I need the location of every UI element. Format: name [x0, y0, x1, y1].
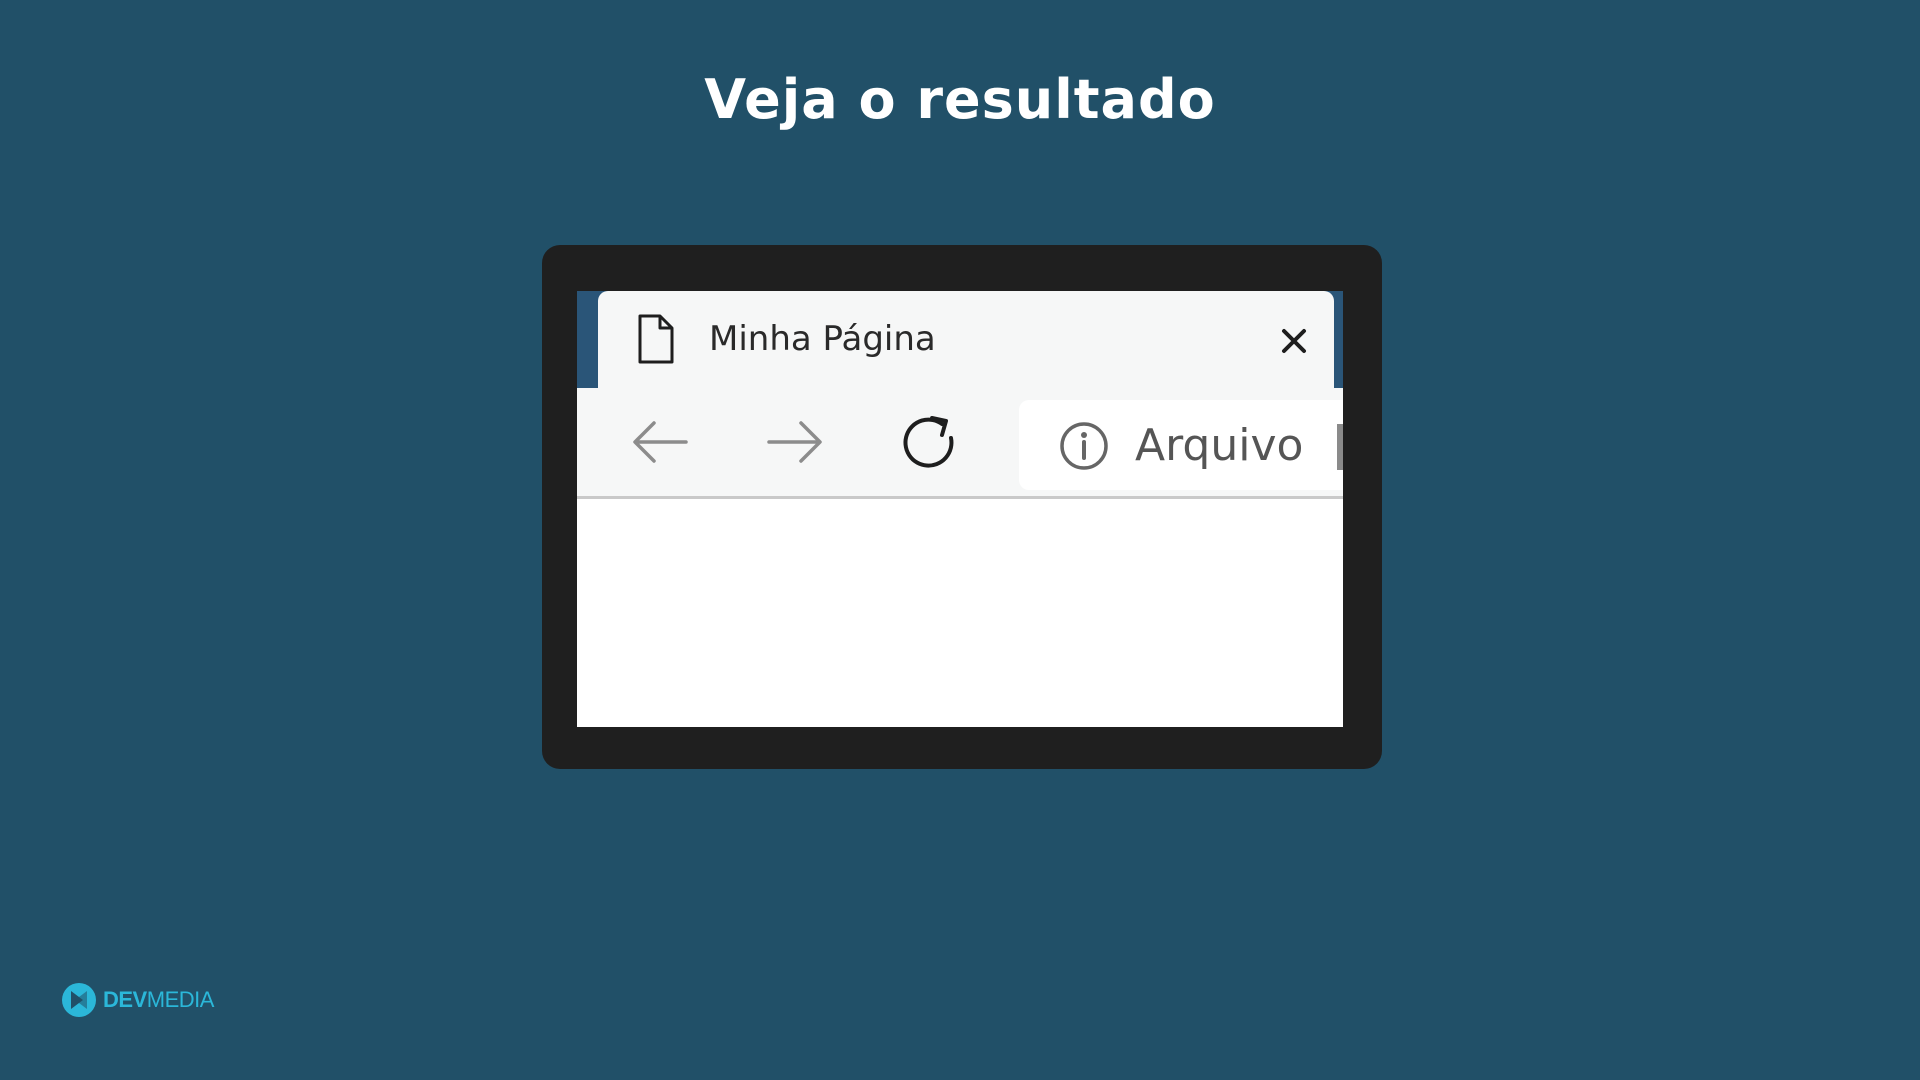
brand-name: DEVMEDIA — [103, 987, 214, 1013]
devmedia-logo-icon — [62, 983, 96, 1017]
page-content — [577, 499, 1343, 727]
back-button[interactable] — [626, 408, 694, 476]
forward-button[interactable] — [761, 408, 829, 476]
close-icon[interactable] — [1278, 325, 1310, 357]
tab-title: Minha Página — [709, 319, 936, 359]
browser-window: Minha Página Arquivo — [577, 291, 1343, 727]
brand-name-bold: DEV — [103, 987, 147, 1012]
tab-minha-pagina[interactable]: Minha Página — [598, 291, 1334, 401]
address-separator — [1337, 424, 1343, 470]
devmedia-logo: DEVMEDIA — [61, 980, 214, 1020]
reload-button[interactable] — [896, 408, 964, 476]
slide: Veja o resultado Minha Página Arquivo DE… — [0, 0, 1920, 1080]
slide-title: Veja o resultado — [704, 68, 1216, 131]
browser-frame: Minha Página Arquivo — [542, 245, 1382, 769]
brand-name-regular: MEDIA — [146, 987, 215, 1012]
document-icon — [638, 314, 674, 364]
info-icon[interactable] — [1059, 421, 1109, 471]
address-text: Arquivo — [1135, 420, 1304, 471]
tab-strip: Minha Página — [577, 291, 1343, 401]
address-bar[interactable]: Arquivo — [1019, 400, 1343, 490]
browser-toolbar: Arquivo — [577, 388, 1343, 499]
